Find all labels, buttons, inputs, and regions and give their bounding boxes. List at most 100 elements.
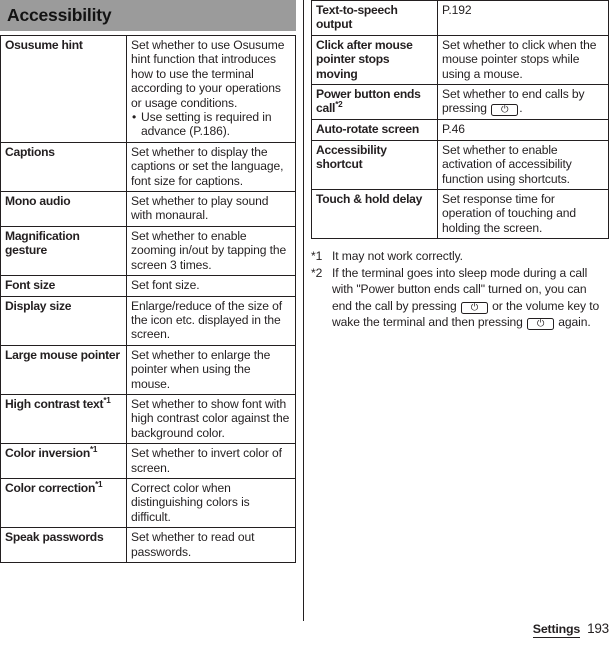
footnote-text: If the terminal goes into sleep mode dur… [332, 265, 609, 331]
setting-name-cell: Auto-rotate screen [311, 119, 438, 141]
manual-page: Accessibility Osusume hint Set whether t… [0, 0, 609, 645]
list-item: Use setting is required in advance (P.18… [131, 110, 291, 139]
table-row: Accessibility shortcut Set whether to en… [311, 139, 609, 191]
setting-name: Display size [5, 298, 72, 313]
power-symbol-glyph: ⏻ [536, 318, 545, 330]
setting-name-cell: Font size [0, 275, 127, 297]
table-body-left: Osusume hint Set whether to use Osusume … [0, 35, 296, 563]
footnote-text-part-3: again. [555, 314, 591, 329]
power-button-key-icon: ⏻ [460, 301, 488, 314]
table-row: Speak passwords Set whether to read out … [0, 527, 296, 563]
footnote-marker: *1 [89, 445, 98, 455]
description-text-tail: . [519, 101, 523, 116]
setting-name-cell: Display size [0, 295, 127, 346]
footnote-marker: *1 [95, 479, 103, 489]
setting-description-cell: Set whether to enlarge the pointer when … [126, 344, 296, 395]
setting-name-cell: Power button ends call*2 [311, 84, 438, 121]
setting-name-cell: Speak passwords [0, 527, 127, 563]
setting-description-cell: Set font size. [126, 275, 296, 297]
setting-name: Large mouse pointer [5, 347, 120, 362]
chapter-label: Settings [532, 622, 581, 638]
footnote-2: *2 If the terminal goes into sleep mode … [311, 265, 609, 331]
setting-name-cell: Click after mouse pointer stops moving [311, 34, 438, 86]
table-row: Osusume hint Set whether to use Osusume … [0, 35, 296, 143]
setting-name: Speak passwords [5, 530, 104, 545]
footnote-marker: *1 [103, 395, 111, 405]
table-row: Touch & hold delay Set response time for… [311, 189, 609, 240]
setting-name: Osusume hint [5, 38, 83, 52]
footnote-1: *1 It may not work correctly. [311, 248, 609, 264]
setting-description-cell: Set whether to enable zooming in/out by … [126, 225, 296, 277]
setting-description-cell: Set whether to use Osusume hint function… [126, 35, 296, 143]
setting-name: Click after mouse pointer stops moving [316, 37, 413, 81]
setting-description-cell: Set whether to click when the mouse poin… [437, 34, 609, 86]
setting-description-cell: Set whether to play sound with monaural. [126, 191, 296, 227]
setting-name-cell: Touch & hold delay [311, 189, 438, 240]
left-column: Accessibility Osusume hint Set whether t… [0, 0, 296, 563]
setting-name: Accessibility shortcut [316, 142, 387, 172]
setting-name-cell: Color inversion*1 [0, 443, 127, 479]
setting-description-cell: Set response time for operation of touch… [437, 189, 609, 240]
setting-name: Color inversion [5, 446, 90, 461]
table-row: Color inversion*1 Set whether to invert … [0, 443, 296, 479]
setting-description-cell: Set whether to invert color of screen. [126, 443, 296, 479]
setting-name: Captions [5, 144, 55, 159]
setting-name-cell: Color correction*1 [0, 477, 127, 529]
power-button-key-icon: ⏻ [527, 317, 555, 330]
description-bullet-list: Use setting is required in advance (P.18… [131, 110, 291, 139]
setting-name-cell: Osusume hint [0, 35, 127, 143]
table-row: Display size Enlarge/reduce of the size … [0, 295, 296, 346]
setting-name: Color correction [5, 480, 96, 495]
table-row: Click after mouse pointer stops moving S… [311, 34, 609, 86]
setting-description-cell: Set whether to read out passwords. [126, 527, 296, 563]
table-row: High contrast text*1 Set whether to show… [0, 393, 296, 445]
setting-description-cell: Correct color when distinguishing colors… [126, 477, 296, 529]
setting-name-cell: Mono audio [0, 191, 127, 227]
table-row: Text-to-speech output P.192 [311, 0, 609, 36]
accessibility-settings-table-right: Text-to-speech output P.192 Click after … [311, 0, 609, 240]
setting-name: Power button ends call [316, 87, 421, 116]
column-divider-rule [303, 0, 304, 621]
setting-name: Text-to-speech output [316, 3, 398, 32]
power-symbol-glyph: ⏻ [500, 104, 509, 116]
setting-description-cell: Set whether to display the captions or s… [126, 141, 296, 193]
table-row: Mono audio Set whether to play sound wit… [0, 191, 296, 227]
description-text: Set whether to use Osusume hint function… [131, 38, 285, 110]
footnotes-block: *1 It may not work correctly. *2 If the … [311, 248, 609, 330]
footnote-marker-label: *2 [311, 265, 323, 280]
setting-name: Font size [5, 278, 56, 293]
footnote-text: It may not work correctly. [332, 249, 463, 264]
page-number: 193 [587, 621, 609, 636]
page-footer: Settings 193 [532, 621, 609, 638]
table-row: Font size Set font size. [0, 275, 296, 297]
power-button-key-icon: ⏻ [491, 104, 519, 117]
page-title: Accessibility [7, 5, 112, 25]
setting-name-cell: High contrast text*1 [0, 393, 127, 445]
setting-description-cell: Set whether to enable activation of acce… [437, 139, 609, 191]
table-row: Magnification gesture Set whether to ena… [0, 225, 296, 277]
accessibility-settings-table-left: Osusume hint Set whether to use Osusume … [0, 35, 296, 563]
footnote-marker: *2 [335, 100, 343, 110]
setting-name: Auto-rotate screen [316, 122, 420, 137]
table-row: Captions Set whether to display the capt… [0, 141, 296, 193]
table-row: Color correction*1 Correct color when di… [0, 477, 296, 529]
table-row: Auto-rotate screen P.46 [311, 119, 609, 141]
table-row: Power button ends call*2 Set whether to … [311, 84, 609, 121]
setting-name: Touch & hold delay [316, 192, 423, 207]
setting-description-cell: P.192 [437, 0, 609, 36]
setting-name-cell: Large mouse pointer [0, 344, 127, 395]
setting-description-cell: P.46 [437, 119, 609, 141]
power-symbol-glyph: ⏻ [470, 302, 479, 313]
setting-name-cell: Magnification gesture [0, 225, 127, 277]
footnote-marker-label: *1 [311, 249, 323, 264]
section-header-bar: Accessibility [0, 0, 296, 31]
setting-name-cell: Captions [0, 141, 127, 193]
setting-name: High contrast text [5, 396, 104, 411]
setting-description-cell: Enlarge/reduce of the size of the icon e… [126, 295, 296, 346]
setting-name-cell: Accessibility shortcut [311, 139, 438, 191]
setting-description-cell: Set whether to show font with high contr… [126, 393, 296, 445]
setting-description-cell: Set whether to end calls by pressing ⏻. [437, 84, 609, 121]
setting-name: Magnification gesture [5, 228, 80, 258]
setting-name: Mono audio [5, 194, 71, 209]
setting-name-cell: Text-to-speech output [311, 0, 438, 36]
